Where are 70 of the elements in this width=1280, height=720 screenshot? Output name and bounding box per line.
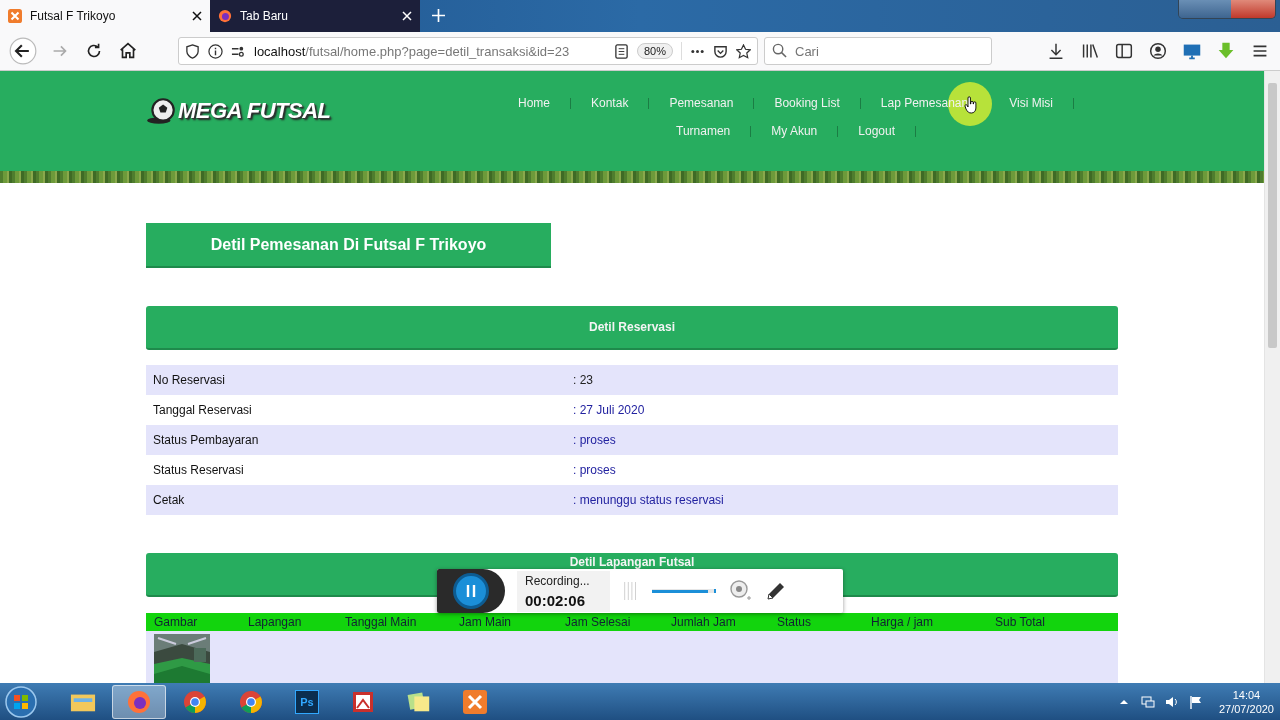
photoshop-icon: Ps bbox=[295, 689, 319, 714]
star-icon[interactable] bbox=[736, 43, 751, 59]
recording-status: Recording... bbox=[525, 573, 590, 588]
detail-value: : 27 Juli 2020 bbox=[573, 403, 645, 417]
address-bar[interactable]: localhost/futsal/home.php?page=detil_transaksi&id=23 80% bbox=[178, 37, 758, 65]
window-controls[interactable] bbox=[1178, 0, 1276, 19]
column-header: Gambar bbox=[153, 615, 199, 629]
clock[interactable]: 14:04 27/07/2020 bbox=[1218, 688, 1274, 715]
webcam-icon[interactable] bbox=[727, 579, 752, 603]
shield-icon bbox=[185, 43, 200, 59]
firefox-icon bbox=[218, 9, 232, 23]
search-field[interactable]: Cari bbox=[764, 37, 992, 65]
site-logo[interactable]: MEGA FUTSAL bbox=[178, 98, 331, 124]
search-icon bbox=[772, 43, 787, 58]
detail-label: Status Pembayaran bbox=[152, 433, 260, 447]
column-header: Jumlah Jam bbox=[670, 615, 737, 629]
football-icon bbox=[146, 97, 178, 125]
taskbar-app[interactable] bbox=[112, 684, 166, 719]
section-header: Detil Reservasi bbox=[146, 306, 1118, 350]
detail-value: : menunggu status reservasi bbox=[573, 493, 724, 507]
pause-button[interactable] bbox=[453, 573, 489, 609]
detail-label: Status Reservasi bbox=[152, 463, 245, 477]
pause-icon bbox=[465, 584, 477, 598]
nav-link[interactable]: Visi Misi bbox=[989, 96, 1073, 110]
url-text[interactable]: localhost/futsal/home.php?page=detil_transaksi&id=23 bbox=[254, 43, 570, 59]
column-header: Sub Total bbox=[994, 615, 1046, 629]
detail-label: No Reservasi bbox=[152, 373, 227, 387]
taskbar-app[interactable]: Ps bbox=[280, 684, 334, 719]
reader-view-icon[interactable] bbox=[613, 43, 629, 59]
chrome-icon bbox=[182, 689, 208, 714]
nav-link[interactable]: Pemesanan bbox=[649, 96, 754, 110]
pocket-icon[interactable] bbox=[713, 43, 728, 59]
presentation-icon bbox=[350, 689, 376, 714]
detail-value: : proses bbox=[573, 463, 616, 477]
clock-time: 14:04 bbox=[1232, 688, 1261, 701]
column-header: Status bbox=[776, 615, 813, 629]
browser-tab[interactable]: Tab Baru bbox=[210, 0, 420, 32]
start-button[interactable] bbox=[4, 684, 38, 719]
column-header: Jam Selesai bbox=[564, 615, 632, 629]
new-tab-icon[interactable] bbox=[432, 9, 445, 22]
back-icon[interactable] bbox=[9, 37, 37, 65]
detail-value: : 23 bbox=[573, 373, 593, 387]
nav-link[interactable]: Booking List bbox=[754, 96, 860, 110]
volume-slider[interactable] bbox=[651, 589, 716, 593]
nav-link[interactable]: Turnamen bbox=[656, 124, 751, 138]
nav-link[interactable]: Logout bbox=[838, 124, 915, 138]
network-icon[interactable] bbox=[1139, 693, 1156, 710]
zoom-level[interactable]: 80% bbox=[636, 43, 673, 59]
browser-tab[interactable]: Futsal F Trikoyo bbox=[0, 0, 210, 32]
column-header: Tanggal Main bbox=[344, 615, 418, 629]
chrome-icon bbox=[238, 689, 264, 714]
account-icon[interactable] bbox=[1147, 40, 1169, 62]
column-header: Lapangan bbox=[247, 615, 303, 629]
firefox-icon bbox=[126, 689, 152, 714]
flag-icon[interactable] bbox=[1187, 693, 1204, 710]
close-icon[interactable] bbox=[192, 11, 202, 21]
xampp-icon bbox=[462, 689, 488, 714]
detail-value: : proses bbox=[573, 433, 616, 447]
nav-link[interactable]: My Akun bbox=[751, 124, 838, 138]
xampp-icon bbox=[8, 9, 22, 23]
info-icon bbox=[208, 43, 223, 59]
nav-link[interactable]: Home bbox=[498, 96, 570, 110]
clock-date: 27/07/2020 bbox=[1218, 702, 1274, 715]
column-header: Harga / jam bbox=[870, 615, 935, 629]
column-header: Jam Main bbox=[458, 615, 512, 629]
page-title: Detil Pemesanan Di Futsal F Trikoyo bbox=[146, 223, 551, 268]
nav-link[interactable]: Kontak bbox=[571, 96, 649, 110]
detail-label: Cetak bbox=[152, 493, 186, 507]
detail-label: Tanggal Reservasi bbox=[152, 403, 253, 417]
scrollbar[interactable] bbox=[1264, 71, 1280, 683]
